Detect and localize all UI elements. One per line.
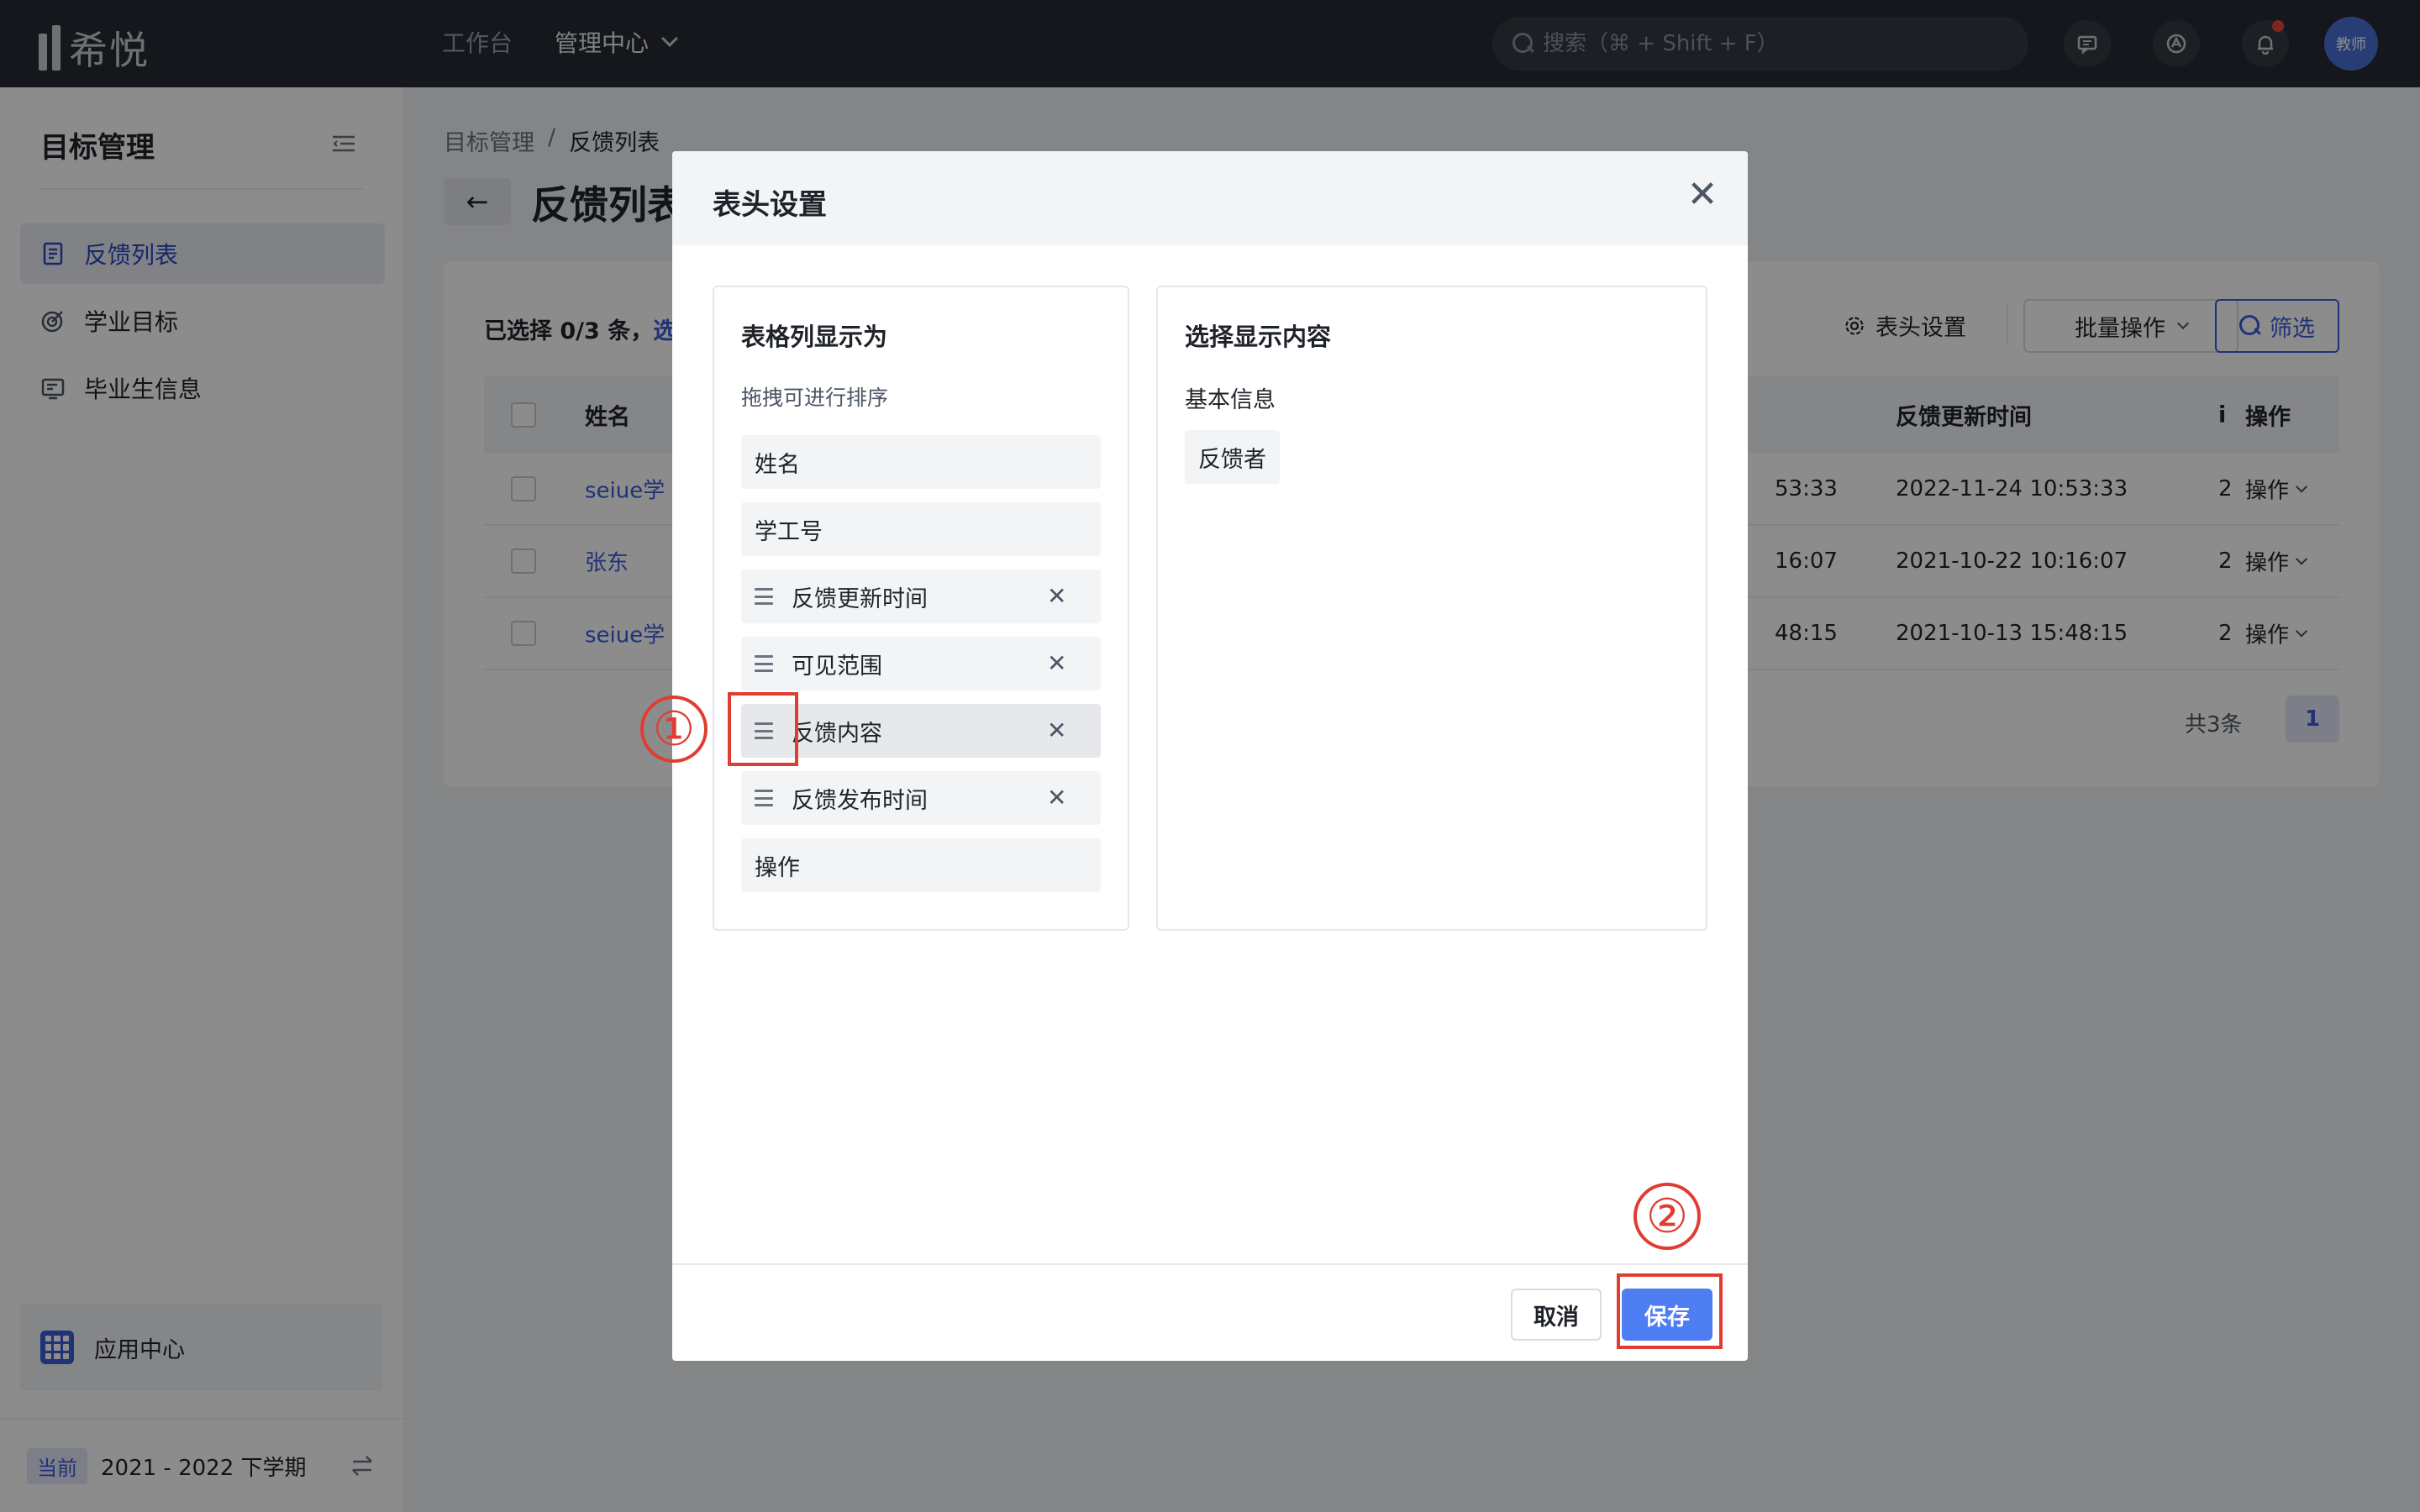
column-item-label: 可见范围 [792,653,882,680]
drag-handle-icon[interactable] [755,790,773,806]
column-item-ops: 操作 [741,838,1101,892]
modal-footer: 取消 保存 [672,1263,1748,1361]
column-item-name: 姓名 [741,435,1101,489]
remove-icon[interactable]: ✕ [1047,581,1066,612]
column-order-box: 表格列显示为 拖拽可进行排序 姓名 学工号 反馈更新时间 ✕ 可见范围 ✕ 反馈… [713,286,1129,931]
remove-icon[interactable]: ✕ [1047,716,1066,746]
annotation-marker-1: ① [640,696,708,763]
column-order-title: 表格列显示为 [741,323,888,351]
remove-icon[interactable]: ✕ [1047,648,1066,679]
column-item-label: 学工号 [755,518,823,545]
drag-handle-icon[interactable] [755,588,773,605]
drag-hint: 拖拽可进行排序 [741,386,889,410]
annotation-box-drag-handle [728,692,798,766]
annotation-marker-2: ② [1634,1183,1701,1250]
column-item-visibility[interactable]: 可见范围 ✕ [741,637,1101,690]
column-item-label: 反馈内容 [792,720,882,747]
modal-header: 表头设置 ✕ [672,151,1748,245]
column-item-label: 姓名 [755,451,800,478]
display-content-title: 选择显示内容 [1185,323,1332,351]
display-content-box: 选择显示内容 基本信息 反馈者 [1156,286,1707,931]
column-item-label: 操作 [755,854,800,881]
column-item-updated-time[interactable]: 反馈更新时间 ✕ [741,570,1101,623]
column-item-publish-time[interactable]: 反馈发布时间 ✕ [741,771,1101,825]
basic-info-label: 基本信息 [1185,387,1276,413]
drag-handle-icon[interactable] [755,655,773,672]
cancel-button[interactable]: 取消 [1511,1289,1602,1341]
column-item-label: 反馈发布时间 [792,787,928,814]
close-icon[interactable]: ✕ [1684,176,1721,213]
modal-title: 表头设置 [713,188,827,222]
tag-feedback-author[interactable]: 反馈者 [1185,430,1280,484]
column-item-label: 反馈更新时间 [792,585,928,612]
header-settings-modal: 表头设置 ✕ 表格列显示为 拖拽可进行排序 姓名 学工号 反馈更新时间 ✕ 可见… [672,151,1748,1361]
column-item-staff-id: 学工号 [741,502,1101,556]
annotation-box-save [1617,1273,1723,1349]
remove-icon[interactable]: ✕ [1047,783,1066,813]
